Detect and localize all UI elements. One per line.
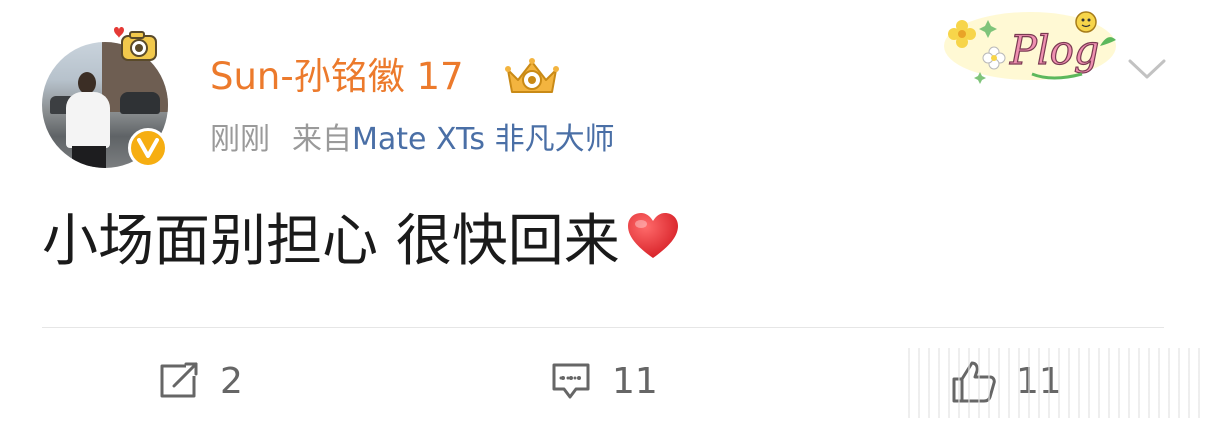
chevron-down-icon [1128,59,1166,79]
red-heart-icon [627,213,678,258]
repost-count: 2 [220,360,243,402]
source-prefix: 来自 [292,122,352,157]
avatar-person-head [78,72,96,94]
like-count: 11 [1016,360,1062,402]
post-text: 小场面别担心 很快回来 [42,209,620,274]
comment-button[interactable]: 11 [550,356,658,406]
avatar-person-legs [72,146,106,168]
verified-icon [128,128,168,168]
avatar-bg-car [120,92,160,114]
divider [42,327,1164,328]
post-content: 小场面别担心 很快回来 [42,206,680,278]
source-device[interactable]: Mate XTs 非凡大师 [352,122,615,157]
repost-button[interactable]: 2 [158,356,243,406]
share-icon [160,362,198,398]
avatar-decoration-icon [114,27,157,61]
crown-icon[interactable] [504,56,560,98]
author-name[interactable]: Sun-孙铭徽 17 [210,54,464,100]
avatar-person-body [66,92,110,148]
post-meta: 刚刚 来自Mate XTs 非凡大师 [210,120,615,160]
comment-icon [552,363,590,399]
thumbs-up-icon [952,361,996,403]
plog-sticker-icon: Plog [944,11,1116,84]
like-button[interactable]: 11 [950,356,1062,406]
post-time: 刚刚 [210,122,270,157]
more-options-button[interactable] [1126,52,1168,86]
svg-text:Plog: Plog [1009,28,1099,74]
comment-count: 11 [612,360,658,402]
